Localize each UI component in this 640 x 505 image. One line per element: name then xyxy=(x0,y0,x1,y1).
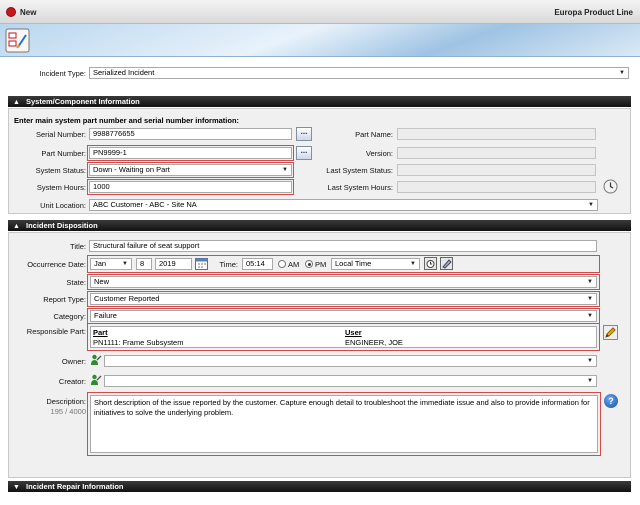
serial-number-label: Serial Number: xyxy=(35,130,86,139)
system-section-header[interactable]: ▲ System/Component Information xyxy=(8,96,631,107)
date-picker-icon[interactable] xyxy=(424,257,437,270)
part-number-label: Part Number: xyxy=(41,149,86,158)
serial-number-input[interactable]: 9988776655 xyxy=(89,128,292,140)
product-line-label: Europa Product Line xyxy=(554,8,633,17)
timezone-select[interactable]: Local Time xyxy=(331,258,420,270)
pm-radio[interactable] xyxy=(305,260,313,268)
last-system-status-label: Last System Status: xyxy=(326,166,393,175)
form-logo-icon xyxy=(5,28,30,53)
incident-section-title: Incident Disposition xyxy=(26,221,98,230)
incident-type-select[interactable]: Serialized Incident xyxy=(89,67,629,79)
collapse-arrow-icon: ▲ xyxy=(13,99,20,106)
title-bar: New Europa Product Line xyxy=(0,0,640,24)
system-status-label: System Status: xyxy=(35,166,86,175)
clock-icon[interactable] xyxy=(603,179,618,194)
unit-location-select[interactable]: ABC Customer - ABC - Site NA xyxy=(89,199,598,211)
version-label: Version: xyxy=(365,149,393,158)
report-type-select[interactable]: Customer Reported xyxy=(90,293,597,305)
owner-label: Owner: xyxy=(61,357,86,366)
responsible-part-label: Responsible Part: xyxy=(26,327,86,336)
window-title: New xyxy=(20,8,37,17)
header-banner xyxy=(0,24,640,57)
calendar-icon[interactable] xyxy=(195,257,208,270)
help-icon[interactable]: ? xyxy=(604,394,618,408)
unit-location-label: Unit Location: xyxy=(40,201,86,210)
am-radio[interactable] xyxy=(278,260,286,268)
system-hours-label: System Hours: xyxy=(36,183,86,192)
title-input[interactable]: Structural failure of seat support xyxy=(89,240,597,252)
time-label: Time: xyxy=(219,260,238,269)
responsible-part-cell: PN1111: Frame Subsystem xyxy=(93,338,184,347)
system-section-title: System/Component Information xyxy=(26,97,140,106)
repair-section-title: Incident Repair Information xyxy=(26,482,124,491)
last-system-status-field xyxy=(397,164,596,176)
report-type-label: Report Type: xyxy=(43,295,86,304)
responsible-user-cell: ENGINEER, JOE xyxy=(345,338,403,347)
user-assign-icon[interactable] xyxy=(90,374,102,386)
repair-section-header[interactable]: ▼ Incident Repair Information xyxy=(8,481,631,492)
system-instruction: Enter main system part number and serial… xyxy=(14,116,240,125)
category-select[interactable]: Failure xyxy=(90,310,597,322)
part-column-header: Part xyxy=(93,328,108,337)
incident-section-header[interactable]: ▲ Incident Disposition xyxy=(8,220,631,231)
occurrence-year-input[interactable]: 2019 xyxy=(155,258,192,270)
pm-label: PM xyxy=(315,260,327,269)
last-system-hours-label: Last System Hours: xyxy=(327,183,393,192)
user-assign-icon[interactable] xyxy=(90,354,102,366)
status-dot-icon xyxy=(6,7,16,17)
user-column-header: User xyxy=(345,328,362,337)
creator-select[interactable] xyxy=(104,375,597,387)
last-system-hours-field xyxy=(397,181,596,193)
edit-pencil-icon[interactable] xyxy=(603,325,618,340)
occurrence-month-select[interactable]: Jan xyxy=(90,258,132,270)
time-input[interactable]: 05:14 xyxy=(242,258,273,270)
creator-label: Creator: xyxy=(58,377,86,386)
am-label: AM xyxy=(288,260,300,269)
description-char-count: 195 / 4000 xyxy=(50,407,86,416)
responsible-part-table[interactable]: Part User PN1111: Frame Subsystem ENGINE… xyxy=(90,326,597,348)
system-hours-input[interactable]: 1000 xyxy=(89,181,292,193)
part-number-input[interactable]: PN9999-1 xyxy=(89,147,292,159)
description-label: Description: xyxy=(46,397,86,406)
state-select[interactable]: New xyxy=(90,276,597,288)
collapse-arrow-icon: ▲ xyxy=(13,223,20,230)
title-label: Title: xyxy=(70,242,86,251)
system-status-select[interactable]: Down - Waiting on Part xyxy=(89,164,292,176)
description-textarea[interactable]: Short description of the issue reported … xyxy=(90,395,598,453)
state-label: State: xyxy=(66,278,86,287)
occurrence-date-label: Occurrence Date: xyxy=(27,260,86,269)
part-name-label: Part Name: xyxy=(355,130,393,139)
version-field xyxy=(397,147,596,159)
incident-type-label: Incident Type: xyxy=(39,69,86,78)
part-name-field xyxy=(397,128,596,140)
expand-arrow-icon: ▼ xyxy=(13,484,20,491)
occurrence-day-input[interactable]: 8 xyxy=(136,258,152,270)
category-label: Category: xyxy=(53,312,86,321)
owner-select[interactable] xyxy=(104,355,597,367)
clear-eraser-icon[interactable] xyxy=(440,257,453,270)
